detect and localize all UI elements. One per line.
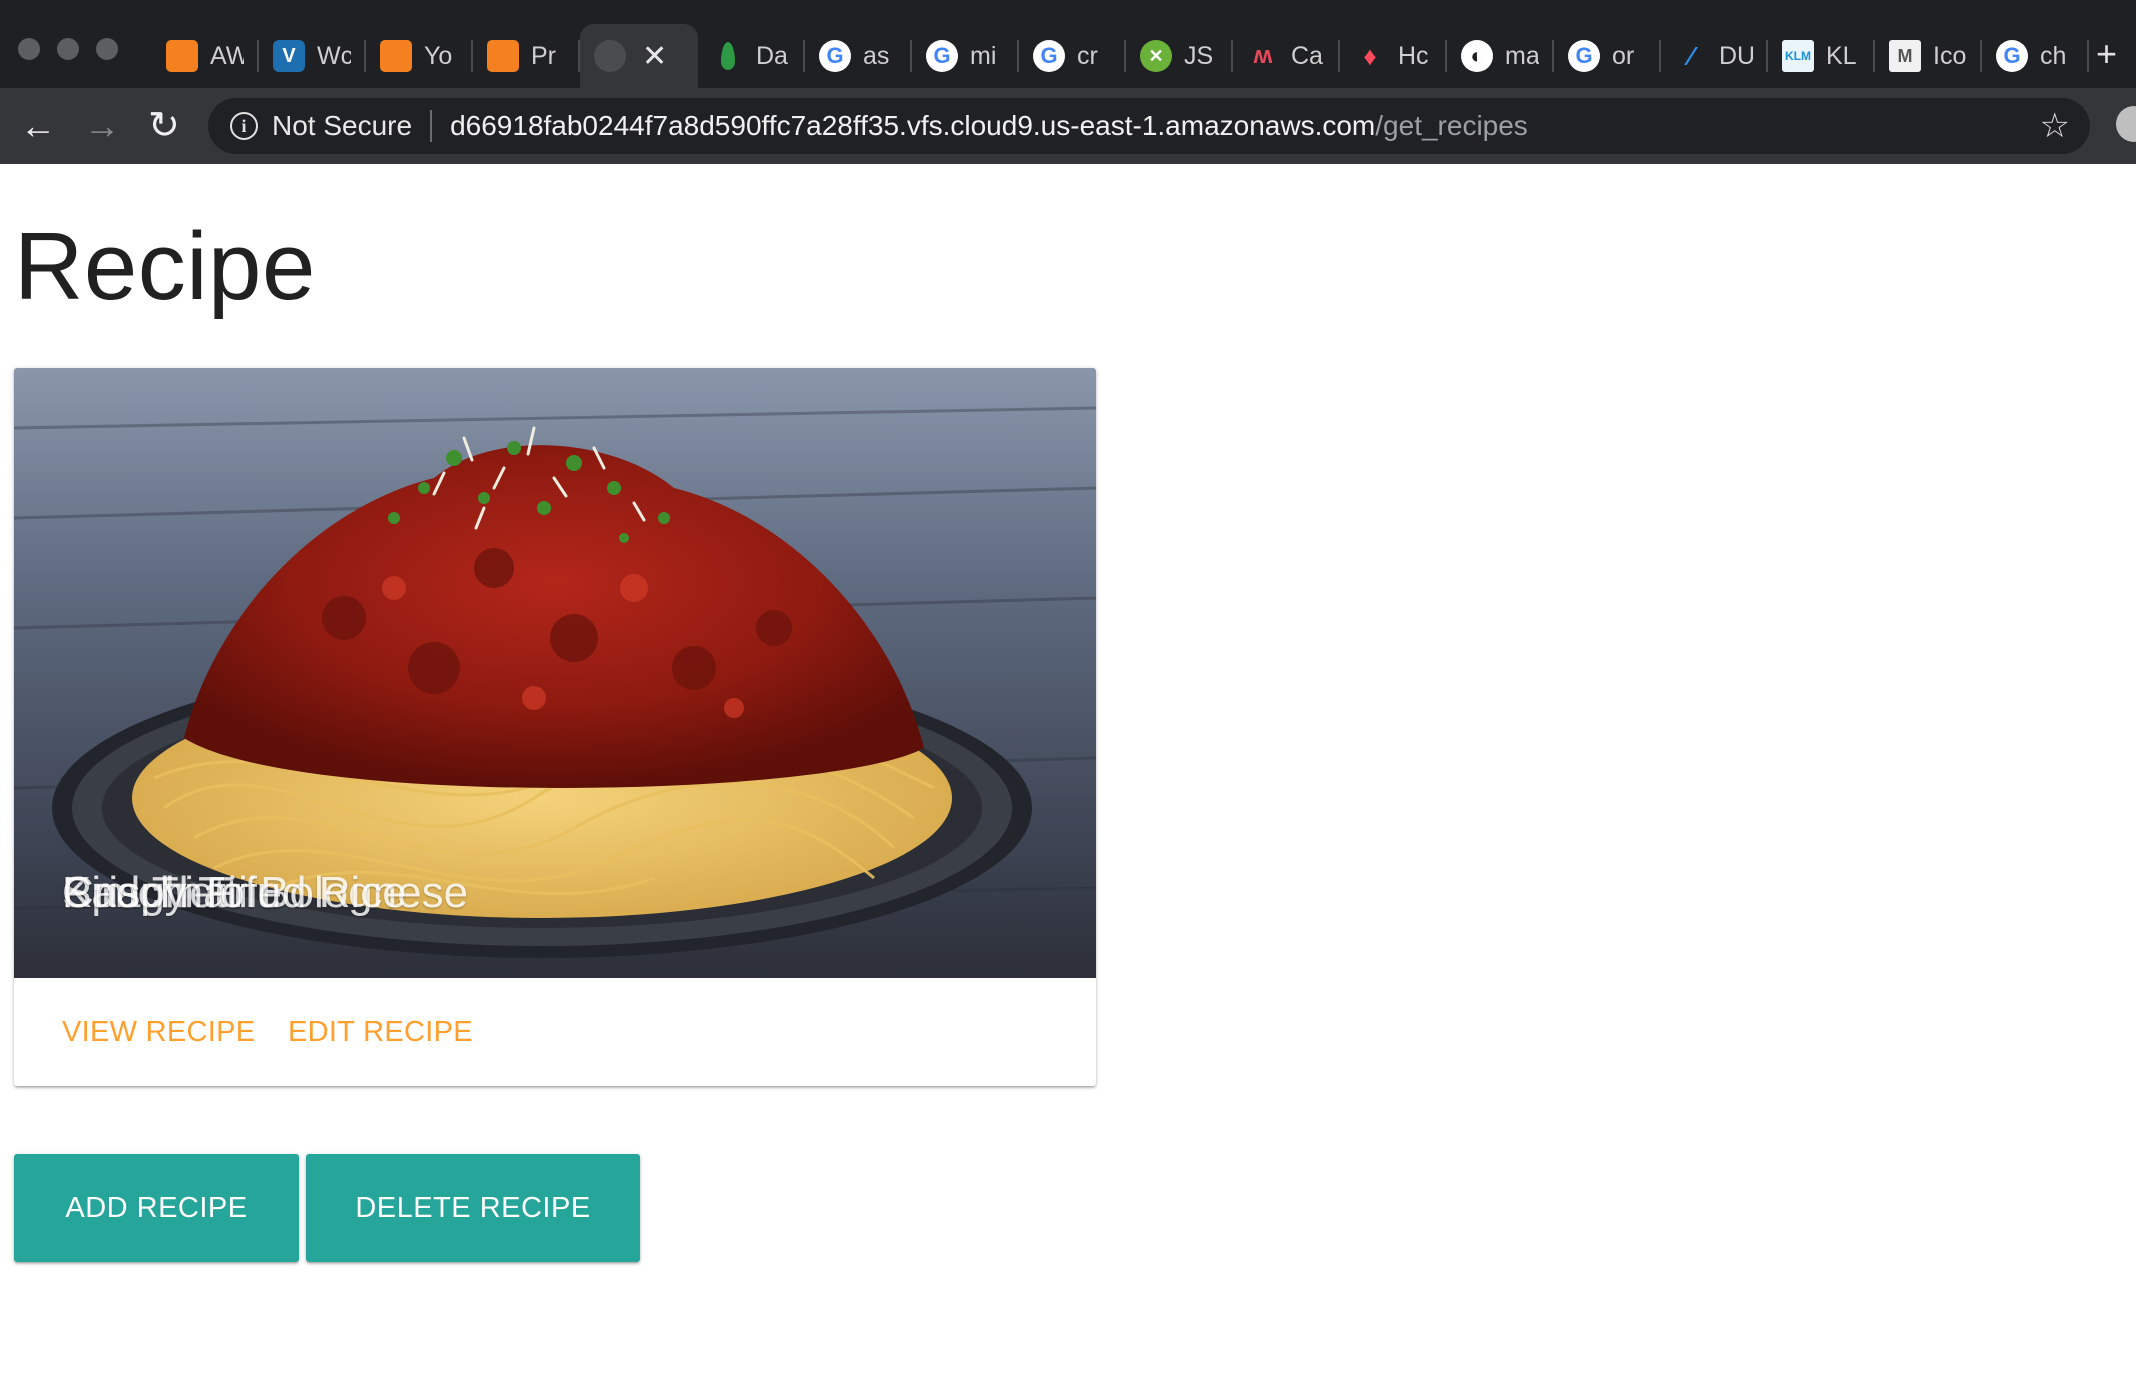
card-title-stack: Spaghetti Bolognese Kimchi Fried Rice Pa… [62,868,962,948]
card-title: Crispy Tofu [62,868,282,917]
window-close-button[interactable] [18,38,40,60]
bird-icon: ⁄ [1688,40,1694,71]
browser-tab[interactable]: KLM KL [1768,24,1875,88]
browser-tab[interactable]: ♦ Hc [1340,24,1447,88]
back-arrow-icon[interactable]: ← [20,102,56,150]
browser-tab-strip: AW V Wc Yo Pr ✕ Da G as G mi G cr ✕ JS ʍ… [0,0,2136,88]
address-bar[interactable]: i Not Secure d66918fab0244f7a8d590ffc7a2… [208,98,2090,154]
google-icon: G [819,40,851,72]
browser-tab[interactable]: ✕ JS [1126,24,1233,88]
google-icon: G [926,40,958,72]
address-divider [430,110,433,142]
browser-tab[interactable]: G or [1554,24,1661,88]
browser-toolbar: ← → ↻ i Not Secure d66918fab0244f7a8d590… [0,88,2136,164]
leaf-icon [712,40,744,72]
aws-cube-icon [166,40,198,72]
m-logo-icon: M [1889,40,1921,72]
tab-label: Pr [531,41,556,70]
google-icon: G [1033,40,1065,72]
tab-label: Ico [1933,41,1967,70]
browser-tab[interactable]: AW [152,24,259,88]
tab-label: Ca [1291,41,1323,70]
tab-label: KL [1826,41,1857,70]
new-tab-button[interactable]: + [2096,36,2117,72]
window-minimize-button[interactable] [57,38,79,60]
tab-label: Hc [1398,41,1429,70]
aws-cube-icon [380,40,412,72]
tab-label: Yo [424,41,453,70]
browser-tab-active[interactable]: ✕ [580,24,698,88]
forward-arrow-icon[interactable]: → [84,102,120,150]
tab-label: cr [1077,41,1098,70]
tab-label: Wc [317,41,351,70]
browser-tab[interactable]: G mi [912,24,1019,88]
browser-tab[interactable]: ⁄ DU [1661,24,1768,88]
tab-list: AW V Wc Yo Pr ✕ Da G as G mi G cr ✕ JS ʍ… [152,24,2089,88]
tab-label: Da [756,41,788,70]
tab-label: ch [2040,41,2067,70]
reload-icon[interactable]: ↻ [148,102,180,150]
browser-tab[interactable]: ʍ Ca [1233,24,1340,88]
add-recipe-button[interactable]: ADD RECIPE [14,1154,299,1262]
x-logo-icon: ✕ [1140,40,1172,72]
delete-recipe-button[interactable]: DELETE RECIPE [306,1154,640,1262]
tab-label: JS [1184,41,1214,70]
browser-tab[interactable]: Da [698,24,805,88]
tab-label: DU [1719,41,1753,70]
wave-icon: ʍ [1253,42,1273,69]
page-title: Recipe [14,213,316,320]
tab-label: AW [210,41,244,70]
aws-cube-icon [487,40,519,72]
view-recipe-link[interactable]: VIEW RECIPE [62,978,255,1086]
edit-recipe-link[interactable]: EDIT RECIPE [288,978,473,1086]
tab-label: as [863,41,890,70]
close-tab-icon[interactable]: ✕ [642,39,667,74]
google-icon: G [1568,40,1600,72]
globe-icon: ◐ [1461,40,1493,72]
browser-tab[interactable]: Yo [366,24,473,88]
tab-label: or [1612,41,1635,70]
browser-tab[interactable]: ◐ ma [1447,24,1554,88]
tab-label: ma [1505,41,1539,70]
browser-tab[interactable]: M Ico [1875,24,1982,88]
globe-icon [594,40,626,72]
info-icon[interactable]: i [230,112,258,140]
browser-tab[interactable]: V Wc [259,24,366,88]
browser-tab[interactable]: G ch [1982,24,2089,88]
url-path[interactable]: /get_recipes [1375,110,1528,142]
window-maximize-button[interactable] [96,38,118,60]
browser-tab[interactable]: G as [805,24,912,88]
url-host[interactable]: d66918fab0244f7a8d590ffc7a28ff35.vfs.clo… [450,110,1375,142]
recipe-card: Spaghetti Bolognese Kimchi Fried Rice Pa… [14,368,1096,1086]
tab-label: mi [970,41,997,70]
security-label[interactable]: Not Secure [272,110,412,142]
browser-tab[interactable]: Pr [473,24,580,88]
flame-icon: ♦ [1363,40,1377,71]
browser-tab[interactable]: G cr [1019,24,1126,88]
google-icon: G [1996,40,2028,72]
bookmark-star-icon[interactable]: ☆ [2040,106,2070,146]
v-logo-icon: V [273,40,305,72]
klm-icon: KLM [1782,40,1814,72]
